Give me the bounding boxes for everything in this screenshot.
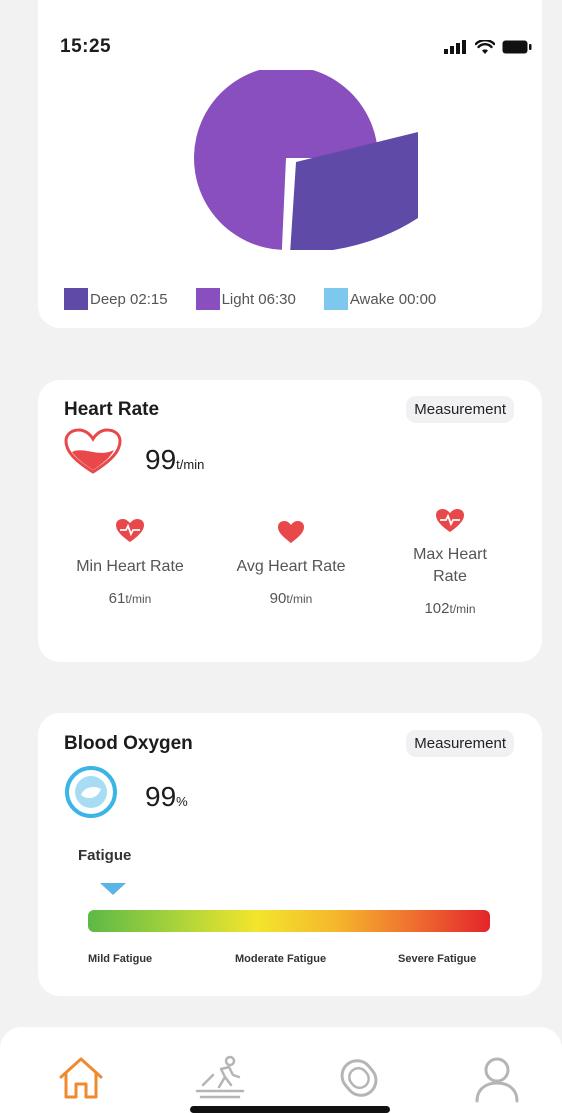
- max-heart-rate-unit: t/min: [449, 602, 476, 616]
- heart-rate-number: 99: [145, 444, 177, 475]
- signal-icon: [444, 40, 466, 54]
- fatigue-label-mild: Mild Fatigue: [88, 953, 153, 965]
- home-icon[interactable]: [57, 1055, 105, 1101]
- heart-rate-value: 99t/min: [145, 444, 204, 476]
- avg-heart-rate-stat: Avg Heart Rate 90t/min: [216, 520, 366, 607]
- avg-heart-rate-unit: t/min: [286, 592, 313, 606]
- max-heart-rate-label: Max Heart Rate: [413, 546, 487, 585]
- max-heart-rate-stat: Max Heart Rate 102t/min: [375, 508, 525, 617]
- blood-oxygen-number: 99: [145, 781, 177, 812]
- treadmill-icon[interactable]: [195, 1055, 247, 1101]
- fatigue-title: Fatigue: [78, 847, 132, 864]
- legend-swatch-light: [195, 288, 220, 310]
- min-heart-rate-label: Min Heart Rate: [76, 558, 184, 575]
- legend-item-awake: Awake 00:00: [323, 288, 437, 310]
- fatigue-label-moderate: Moderate Fatigue: [235, 953, 327, 965]
- status-bar: 15:25: [60, 32, 532, 62]
- status-time: 15:25: [60, 36, 112, 57]
- band-icon[interactable]: [334, 1055, 384, 1101]
- legend-label-deep: Deep 02:15: [90, 290, 168, 308]
- legend-swatch-deep: [64, 288, 88, 310]
- blood-oxygen-icon: [65, 766, 117, 818]
- legend-label-awake: Awake 00:00: [349, 290, 437, 308]
- legend-item-deep: Deep 02:15: [64, 288, 168, 310]
- min-heart-rate-number: 61: [108, 590, 126, 607]
- battery-icon: [502, 40, 532, 54]
- status-icons: [444, 39, 532, 55]
- heart-rate-title: Heart Rate: [64, 399, 160, 420]
- person-icon[interactable]: [474, 1055, 520, 1103]
- heart-rate-card[interactable]: Heart Rate Measurement 99t/min Min Heart…: [38, 380, 542, 662]
- blood-oxygen-value: 99%: [145, 781, 188, 813]
- fatigue-gradient-bar: [88, 910, 490, 932]
- min-heart-rate-unit: t/min: [125, 592, 152, 606]
- heart-rate-heart-icon: [64, 428, 122, 474]
- fatigue-level-marker: [100, 883, 127, 895]
- max-heart-rate-value: 102t/min: [375, 600, 525, 617]
- avg-heart-rate-icon: [278, 521, 304, 543]
- bottom-tab-bar: [0, 1027, 562, 1113]
- wifi-icon: [475, 39, 495, 54]
- legend-item-light: Light 06:30: [195, 288, 296, 310]
- legend-label-light: Light 06:30: [221, 290, 296, 308]
- sleep-legend: Deep 02:15 Light 06:30 Awake 00:00: [64, 288, 436, 310]
- heart-rate-unit: t/min: [176, 457, 205, 472]
- fatigue-label-severe: Severe Fatigue: [398, 953, 477, 965]
- avg-heart-rate-value: 90t/min: [216, 590, 366, 607]
- min-heart-rate-icon: [116, 519, 144, 542]
- max-heart-rate-icon: [436, 509, 464, 532]
- legend-swatch-awake: [323, 288, 348, 310]
- blood-oxygen-unit: %: [176, 794, 188, 809]
- avg-heart-rate-number: 90: [269, 590, 287, 607]
- blood-oxygen-measure-button[interactable]: Measurement: [406, 730, 514, 757]
- max-heart-rate-number: 102: [424, 600, 450, 617]
- min-heart-rate-value: 61t/min: [55, 590, 205, 607]
- blood-oxygen-card[interactable]: Blood Oxygen Measurement 99% Fatigue Mil…: [38, 713, 542, 996]
- avg-heart-rate-label: Avg Heart Rate: [236, 558, 346, 575]
- heart-rate-measure-button[interactable]: Measurement: [406, 396, 514, 423]
- sleep-pie-chart: [190, 66, 420, 254]
- blood-oxygen-title: Blood Oxygen: [64, 733, 193, 754]
- home-indicator: [190, 1106, 390, 1113]
- min-heart-rate-stat: Min Heart Rate 61t/min: [55, 518, 205, 607]
